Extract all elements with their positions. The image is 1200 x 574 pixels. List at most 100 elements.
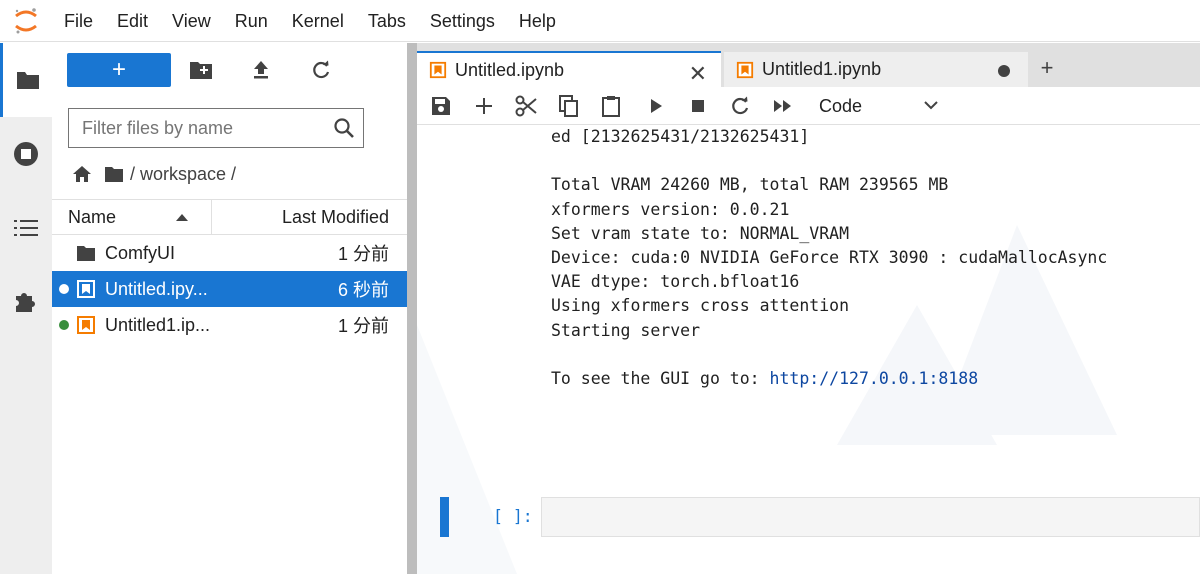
breadcrumb: / workspace /	[72, 161, 236, 187]
restart-kernel-button[interactable]	[729, 95, 751, 117]
menu-kernel[interactable]: Kernel	[280, 0, 356, 42]
main-dock-panel: Untitled.ipynb ✕ Untitled1.ipynb + Code …	[417, 43, 1200, 574]
breadcrumb-folder-icon[interactable]	[104, 165, 124, 183]
file-browser-tab[interactable]	[0, 43, 52, 117]
home-icon[interactable]	[72, 165, 92, 183]
table-of-contents-tab[interactable]	[0, 191, 52, 265]
copy-cell-button[interactable]	[558, 95, 580, 117]
file-name: ComfyUI	[105, 242, 176, 263]
file-browser-panel: + Filter files by name / workspace / Nam…	[52, 43, 407, 574]
folder-icon	[75, 242, 97, 264]
file-row-untitled1[interactable]: Untitled1.ip... 1 分前	[52, 307, 407, 343]
paste-cell-button[interactable]	[600, 95, 622, 117]
column-modified-header[interactable]: Last Modified	[212, 207, 407, 228]
menubar: File Edit View Run Kernel Tabs Settings …	[0, 0, 1200, 42]
cut-cell-button[interactable]	[515, 95, 537, 117]
refresh-button[interactable]	[308, 57, 334, 83]
filter-placeholder: Filter files by name	[82, 117, 234, 138]
restart-run-all-button[interactable]	[772, 95, 794, 117]
file-row-comfyui[interactable]: ComfyUI 1 分前	[52, 235, 407, 271]
menu-edit[interactable]: Edit	[105, 0, 160, 42]
file-list-header: Name Last Modified	[52, 199, 407, 235]
file-browser-toolbar: +	[52, 43, 407, 99]
stop-icon	[692, 100, 704, 112]
fast-forward-icon	[774, 100, 791, 112]
new-folder-icon	[190, 62, 212, 79]
column-name-label: Name	[68, 207, 117, 227]
scissors-icon	[515, 95, 537, 117]
notebook-icon	[429, 61, 447, 79]
save-button[interactable]	[430, 95, 452, 117]
refresh-icon	[732, 96, 749, 115]
file-name: Untitled.ipy...	[105, 278, 208, 299]
play-icon	[651, 99, 662, 113]
output-line: Set vram state to: NORMAL_VRAM	[551, 223, 850, 243]
filter-files-input[interactable]: Filter files by name	[68, 108, 364, 148]
kernel-running-dot	[59, 320, 69, 330]
interrupt-kernel-button[interactable]	[687, 95, 709, 117]
output-line: Device: cuda:0 NVIDIA GeForce RTX 3090 :…	[551, 247, 1108, 267]
kernel-status-dot	[59, 248, 69, 258]
jupyter-logo-icon	[0, 0, 52, 42]
upload-button[interactable]	[248, 57, 274, 83]
running-sessions-tab[interactable]	[0, 117, 52, 191]
menu-settings[interactable]: Settings	[418, 0, 507, 42]
output-line: VAE dtype: torch.bfloat16	[551, 272, 800, 292]
gui-link[interactable]: http://127.0.0.1:8188	[770, 369, 979, 388]
paste-icon	[602, 96, 620, 117]
file-name: Untitled1.ip...	[105, 314, 211, 335]
plus-icon	[476, 98, 492, 114]
tab-untitled[interactable]: Untitled.ipynb ✕	[417, 51, 721, 87]
notebook-icon	[75, 278, 97, 300]
file-modified: 1 分前	[337, 316, 389, 336]
unsaved-dot-icon[interactable]	[998, 65, 1010, 77]
run-cell-button[interactable]	[645, 95, 667, 117]
output-line: Total VRAM 24260 MB, total RAM 239565 MB	[551, 175, 949, 195]
extension-icon	[16, 293, 35, 312]
panel-splitter[interactable]	[407, 43, 417, 574]
upload-icon	[254, 61, 268, 79]
left-activity-bar	[0, 43, 52, 574]
close-icon[interactable]: ✕	[689, 61, 707, 87]
menu-tabs[interactable]: Tabs	[356, 0, 418, 42]
breadcrumb-path[interactable]: / workspace /	[130, 164, 236, 185]
output-line: xformers version: 0.0.21	[551, 199, 790, 219]
tab-untitled1[interactable]: Untitled1.ipynb	[723, 51, 1029, 87]
cell-type-value: Code	[819, 95, 863, 116]
gui-prefix: To see the GUI go to:	[551, 368, 770, 388]
new-launcher-button[interactable]: +	[67, 53, 171, 87]
search-icon	[333, 117, 355, 144]
chevron-down-icon	[923, 97, 939, 118]
menu-file[interactable]: File	[52, 0, 105, 42]
extension-manager-tab[interactable]	[0, 265, 52, 339]
menu-view[interactable]: View	[160, 0, 223, 42]
jupyterlab-app: File Edit View Run Kernel Tabs Settings …	[0, 0, 1200, 574]
file-modified: 1 分前	[337, 244, 389, 264]
notebook-content: ed [2132625431/2132625431] Total VRAM 24…	[417, 125, 1200, 574]
kernel-running-dot	[59, 284, 69, 294]
output-line: ed [2132625431/2132625431]	[551, 127, 810, 146]
column-name-header[interactable]: Name	[52, 200, 212, 234]
cell-output: ed [2132625431/2132625431] Total VRAM 24…	[551, 125, 1107, 391]
running-icon	[14, 142, 38, 166]
notebook-icon	[736, 61, 754, 78]
output-line: Starting server	[551, 320, 701, 340]
insert-cell-button[interactable]	[473, 95, 495, 117]
menu-help[interactable]: Help	[507, 0, 568, 42]
add-tab-button[interactable]: +	[1031, 51, 1063, 85]
folder-icon	[16, 72, 39, 89]
active-cell-indicator	[440, 497, 449, 537]
sort-ascending-icon	[176, 214, 188, 221]
menu-run[interactable]: Run	[223, 0, 280, 42]
code-editor[interactable]	[541, 497, 1200, 537]
new-folder-button[interactable]	[188, 57, 214, 83]
output-line: Using xformers cross attention	[551, 296, 850, 316]
notebook-icon	[75, 314, 97, 336]
file-row-untitled[interactable]: Untitled.ipy... 6 秒前	[52, 271, 407, 307]
tab-bar: Untitled.ipynb ✕ Untitled1.ipynb +	[417, 43, 1200, 87]
code-cell[interactable]: [ ]:	[417, 497, 1200, 537]
cell-type-select[interactable]: Code	[819, 93, 939, 119]
file-modified: 6 秒前	[337, 280, 389, 300]
